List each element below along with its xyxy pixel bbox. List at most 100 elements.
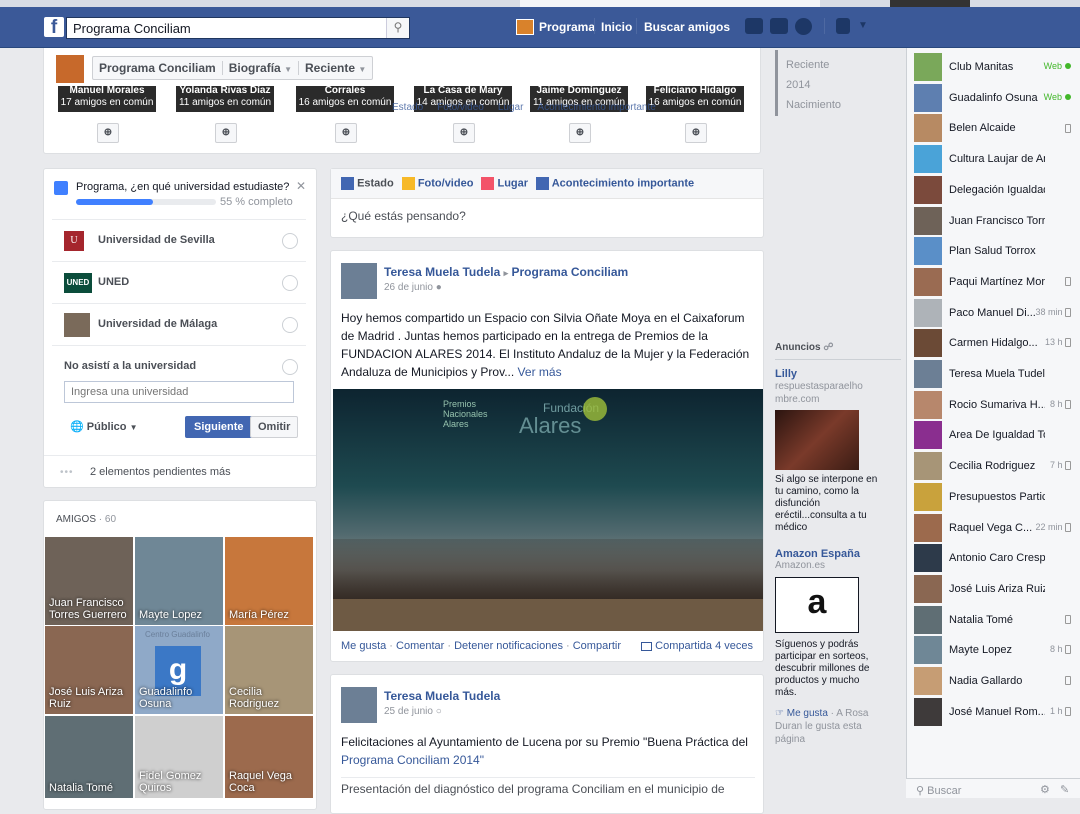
chat-contact[interactable]: Belen Alcaide — [913, 113, 1073, 144]
friend-tile[interactable]: José Luis Ariza Ruiz — [45, 626, 133, 714]
author-avatar[interactable] — [341, 687, 377, 723]
target-link[interactable]: Programa Conciliam — [511, 265, 628, 279]
messages-icon[interactable] — [770, 18, 788, 34]
shared-count[interactable]: Compartida 4 veces — [641, 640, 753, 652]
chat-contact[interactable]: Paqui Martínez Moreno — [913, 267, 1073, 298]
chat-search-input[interactable]: ⚲ Buscar — [916, 784, 961, 797]
close-icon[interactable]: ✕ — [296, 179, 306, 193]
friend-tile[interactable]: Fidel Gomez Quiros — [135, 716, 223, 798]
author-link[interactable]: Teresa Muela Tudela — [384, 689, 500, 703]
chat-contact[interactable]: Cecilia Rodriguez 7 h — [913, 451, 1073, 482]
post-date[interactable]: 25 de junio ○ — [384, 706, 442, 717]
compose-icon[interactable]: ✎ — [1060, 783, 1069, 796]
notifications-icon[interactable] — [795, 18, 812, 35]
pending-items-link[interactable]: 2 elementos pendientes más — [90, 466, 231, 478]
facebook-logo-icon[interactable]: f — [44, 17, 64, 38]
friend-requests-icon[interactable] — [745, 18, 763, 34]
post-date[interactable]: 26 de junio ● — [384, 282, 442, 293]
author-link[interactable]: Teresa Muela Tudela — [384, 265, 500, 279]
siguiente-button[interactable]: Siguiente — [185, 416, 253, 438]
chat-contact[interactable]: Presupuestos Participativ... — [913, 482, 1073, 513]
ad-title[interactable]: Amazon España — [775, 548, 901, 560]
nav-inicio[interactable]: Inicio — [601, 20, 632, 34]
tab-foto[interactable]: Foto/video — [401, 177, 473, 190]
stop-notifications-link[interactable]: Detener notificaciones — [454, 640, 563, 652]
reciente-dropdown[interactable]: Reciente ▼ — [297, 61, 372, 75]
radio-circle[interactable] — [282, 275, 298, 291]
suggestion-card[interactable]: Manuel Morales 17 amigos en común — [58, 86, 156, 112]
ad-image[interactable] — [775, 410, 859, 470]
privacy-shortcuts-icon[interactable] — [836, 18, 850, 34]
friend-tile[interactable]: Mayte Lopez — [135, 537, 223, 625]
radio-circle[interactable] — [282, 359, 298, 375]
search-input[interactable] — [66, 17, 410, 39]
add-friend-button[interactable]: ⊕ — [215, 123, 237, 143]
friend-tile[interactable]: Juan Francisco Torres Guerrero — [45, 537, 133, 625]
chat-contact[interactable]: Delegación Igualdad — [913, 175, 1073, 206]
search-icon[interactable]: ⚲ — [386, 18, 409, 38]
chat-contact[interactable]: Raquel Vega C... 22 min — [913, 513, 1073, 544]
add-friend-button[interactable]: ⊕ — [453, 123, 475, 143]
chat-contact[interactable]: José Manuel Rom... 1 h — [913, 697, 1073, 728]
chat-contact[interactable]: Paco Manuel Di... 38 min — [913, 298, 1073, 329]
chat-contact[interactable]: Nadia Gallardo — [913, 666, 1073, 697]
chat-contact[interactable]: Antonio Caro Crespo — [913, 543, 1073, 574]
scrubber-reciente[interactable]: Reciente — [786, 55, 841, 75]
university-input[interactable] — [64, 381, 294, 403]
gear-icon[interactable]: ⚙ — [1040, 783, 1050, 796]
like-link[interactable]: Me gusta — [341, 640, 386, 652]
ad-like-link[interactable]: ☞ Me gusta — [775, 708, 828, 719]
radio-circle[interactable] — [282, 317, 298, 333]
friend-tile[interactable]: Raquel Vega Coca — [225, 716, 313, 798]
add-friend-button[interactable]: ⊕ — [335, 123, 357, 143]
amazon-logo-icon[interactable]: a — [775, 577, 859, 633]
friend-tile[interactable]: Cecilia Rodriguez — [225, 626, 313, 714]
chat-contact[interactable]: Juan Francisco Torres G... — [913, 206, 1073, 237]
composer-input[interactable]: ¿Qué estás pensando? — [341, 209, 466, 223]
comment-link[interactable]: Comentar — [396, 640, 444, 652]
privacy-selector[interactable]: 🌐 Público ▼ — [70, 420, 137, 433]
uni-option-malaga[interactable]: Universidad de Málaga — [52, 303, 306, 345]
friends-header[interactable]: AMIGOS · 60 — [56, 514, 116, 525]
suggestion-card[interactable]: Corrales 16 amigos en común — [296, 86, 394, 112]
post-link[interactable]: Programa Conciliam 2014" — [341, 753, 484, 767]
tab-acontecimiento[interactable]: Acontecimiento importante — [536, 177, 694, 190]
biografia-dropdown[interactable]: Biografía ▼ — [221, 61, 298, 75]
share-link[interactable]: Compartir — [573, 640, 621, 652]
add-friend-button[interactable]: ⊕ — [685, 123, 707, 143]
see-more-link[interactable]: Ver más — [518, 365, 562, 379]
nav-buscar-amigos[interactable]: Buscar amigos — [644, 20, 730, 34]
chat-contact[interactable]: Club Manitas Web — [913, 52, 1073, 83]
friend-tile[interactable]: Natalia Tomé — [45, 716, 133, 798]
nav-programa[interactable]: Programa — [539, 20, 595, 34]
author-avatar[interactable] — [341, 263, 377, 299]
chat-contact[interactable]: Natalia Tomé — [913, 605, 1073, 636]
friend-tile[interactable]: María Pérez — [225, 537, 313, 625]
chat-contact[interactable]: Teresa Muela Tudela — [913, 359, 1073, 390]
chat-contact[interactable]: Cultura Laujar de Andarax — [913, 144, 1073, 175]
chat-contact[interactable]: Plan Salud Torrox — [913, 236, 1073, 267]
chat-contact[interactable]: Area De Igualdad Torrox — [913, 420, 1073, 451]
scrubber-nacimiento[interactable]: Nacimiento — [786, 95, 841, 115]
page-name-link[interactable]: Programa Conciliam — [93, 61, 222, 75]
uni-option-sevilla[interactable]: U Universidad de Sevilla — [52, 219, 306, 261]
chevron-down-icon[interactable]: ▼ — [858, 20, 868, 31]
add-friend-button[interactable]: ⊕ — [569, 123, 591, 143]
chat-contact[interactable]: Carmen Hidalgo... 13 h — [913, 328, 1073, 359]
browser-tab[interactable] — [890, 0, 970, 7]
add-friend-button[interactable]: ⊕ — [97, 123, 119, 143]
friend-tile[interactable]: g Centro Guadalinfo Guadalinfo Osuna — [135, 626, 223, 714]
uni-option-uned[interactable]: UNED UNED — [52, 261, 306, 303]
chat-contact[interactable]: Mayte Lopez 8 h — [913, 635, 1073, 666]
tab-lugar[interactable]: Lugar — [481, 177, 528, 190]
suggestion-card[interactable]: Yolanda Rivas Díaz 11 amigos en común — [176, 86, 274, 112]
browser-tab[interactable] — [520, 0, 820, 7]
suggestion-card[interactable]: Feliciano Hidalgo 16 amigos en común — [646, 86, 744, 112]
page-profile-picture[interactable] — [56, 55, 84, 83]
scrubber-2014[interactable]: 2014 — [786, 75, 841, 95]
chat-contact[interactable]: Rocio Sumariva H... 8 h — [913, 390, 1073, 421]
radio-circle[interactable] — [282, 233, 298, 249]
omitir-button[interactable]: Omitir — [250, 416, 299, 438]
chat-contact[interactable]: Guadalinfo Osuna Web — [913, 83, 1073, 114]
tab-estado[interactable]: Estado — [341, 177, 394, 190]
